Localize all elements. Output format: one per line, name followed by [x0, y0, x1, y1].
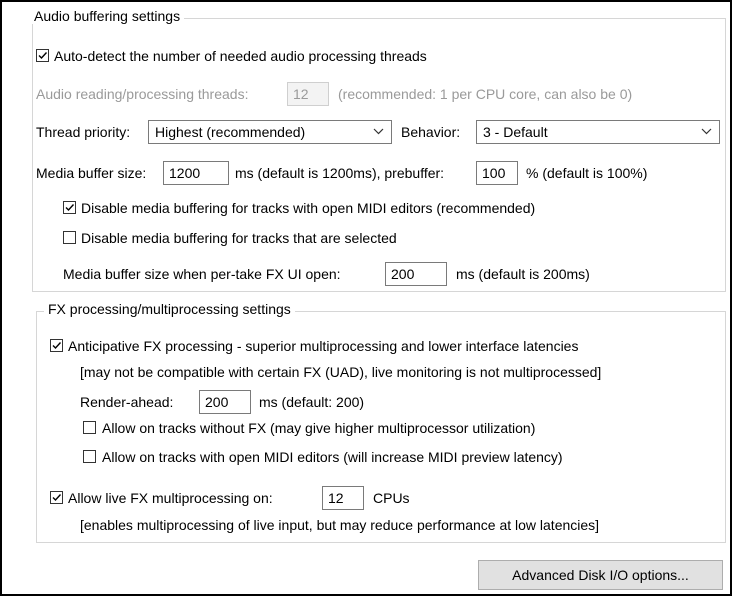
per-take-note: ms (default is 200ms) — [456, 266, 590, 282]
disable-selected-label: Disable media buffering for tracks that … — [81, 230, 397, 246]
behavior-select[interactable]: 3 - Default — [476, 120, 720, 144]
allow-midi-label: Allow on tracks with open MIDI editors (… — [102, 449, 563, 465]
checkmark-icon — [52, 494, 62, 502]
audio-buffering-title: Audio buffering settings — [30, 8, 185, 24]
allow-no-fx-label: Allow on tracks without FX (may give hig… — [102, 420, 536, 436]
per-take-input[interactable]: 200 — [385, 262, 447, 286]
media-buffer-label: Media buffer size: — [36, 165, 147, 181]
live-fx-label: Allow live FX multiprocessing on: — [68, 490, 273, 506]
media-buffer-input[interactable]: 1200 — [163, 161, 229, 185]
behavior-label: Behavior: — [401, 124, 461, 140]
advanced-disk-io-button[interactable]: Advanced Disk I/O options... — [478, 560, 723, 590]
behavior-value: 3 - Default — [483, 124, 548, 140]
allow-midi-checkbox[interactable] — [83, 450, 96, 463]
render-ahead-note: ms (default: 200) — [259, 394, 365, 410]
thread-priority-value: Highest (recommended) — [155, 124, 306, 140]
thread-priority-label: Thread priority: — [36, 124, 131, 140]
live-fx-unit: CPUs — [373, 490, 410, 506]
live-fx-checkbox[interactable] — [50, 491, 63, 504]
anticipative-label: Anticipative FX processing - superior mu… — [68, 338, 579, 354]
threads-label: Audio reading/processing threads: — [36, 86, 249, 102]
render-ahead-input[interactable]: 200 — [199, 390, 251, 414]
settings-panel: Audio buffering settings Auto-detect the… — [0, 0, 732, 596]
media-buffer-after: ms (default is 1200ms), prebuffer: — [235, 165, 445, 181]
chevron-down-icon — [701, 128, 712, 135]
fx-processing-title: FX processing/multiprocessing settings — [44, 301, 295, 317]
anticipative-note: [may not be compatible with certain FX (… — [80, 364, 602, 380]
anticipative-checkbox[interactable] — [50, 339, 63, 352]
checkmark-icon — [65, 204, 75, 212]
disable-midi-checkbox[interactable] — [63, 201, 76, 214]
threads-note: (recommended: 1 per CPU core, can also b… — [338, 86, 633, 102]
thread-priority-select[interactable]: Highest (recommended) — [148, 120, 392, 144]
disable-selected-checkbox[interactable] — [63, 231, 76, 244]
checkmark-icon — [52, 342, 62, 350]
live-fx-note: [enables multiprocessing of live input, … — [80, 517, 600, 533]
checkmark-icon — [38, 52, 48, 60]
per-take-label: Media buffer size when per-take FX UI op… — [63, 266, 341, 282]
prebuffer-input[interactable]: 100 — [476, 161, 518, 185]
auto-detect-checkbox[interactable] — [36, 49, 49, 62]
auto-detect-label: Auto-detect the number of needed audio p… — [54, 48, 427, 64]
disable-midi-label: Disable media buffering for tracks with … — [81, 200, 536, 216]
chevron-down-icon — [373, 128, 384, 135]
allow-no-fx-checkbox[interactable] — [83, 421, 96, 434]
prebuffer-note: % (default is 100%) — [526, 165, 648, 181]
threads-input[interactable]: 12 — [287, 82, 329, 106]
render-ahead-label: Render-ahead: — [80, 394, 174, 410]
live-fx-cpus-input[interactable]: 12 — [322, 486, 364, 510]
